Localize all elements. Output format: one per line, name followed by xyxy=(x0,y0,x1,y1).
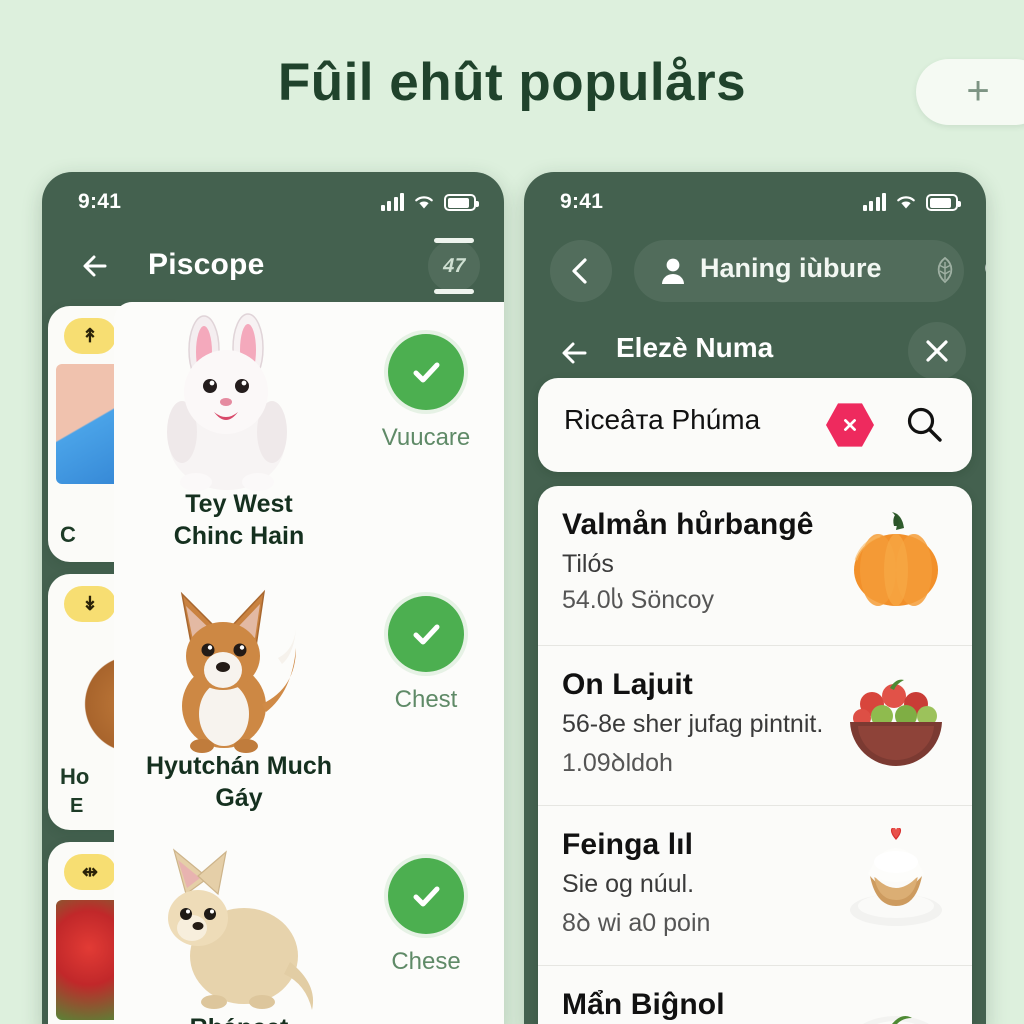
result-row[interactable]: Feinga lıl Sie og núul. 8ꝺ wi a0 poin xyxy=(538,806,972,966)
page-title: Fûil ehût populårs xyxy=(277,53,747,112)
tan-cat-image xyxy=(168,848,314,1010)
card-caption-secondary: E xyxy=(70,795,84,817)
search-query-text: Haning iùbure xyxy=(700,253,882,283)
status-label: Chest xyxy=(394,686,458,713)
berry-bowl-icon xyxy=(850,679,942,766)
result-row[interactable]: On Lajuit 56-8e sher jufag pintnit. 1.09… xyxy=(538,646,972,806)
plus-icon: + xyxy=(966,69,990,113)
app-title: Piscope xyxy=(148,248,265,281)
status-label: Chese xyxy=(391,948,461,975)
cellular-signal-icon xyxy=(862,193,886,211)
left-list-panel: Tey West Chinc Hain Vuucare Hyutchán Muc… xyxy=(114,302,504,1024)
card-caption: C xyxy=(60,522,76,547)
list-item-label: Rhápcet xyxy=(124,1012,354,1024)
list-item-label-line2: Gáy xyxy=(215,784,263,812)
status-badge[interactable]: Vuucare xyxy=(366,334,486,452)
back-arrow-icon[interactable] xyxy=(74,244,118,288)
badge-icon: ↡ xyxy=(64,586,116,622)
white-rabbit-image xyxy=(167,313,287,491)
badge-icon: ↟ xyxy=(64,318,116,354)
right-phone-frame: 9:41 Haning iùbure Elezè Numa Riceâта Ph… xyxy=(524,172,986,1024)
list-item-label-line1: Rhápcet xyxy=(190,1014,289,1024)
left-app-bar: Piscope 47 xyxy=(42,230,504,302)
cellular-signal-icon xyxy=(380,193,404,211)
wifi-icon xyxy=(415,196,433,209)
corgi-dog-image xyxy=(180,589,296,753)
battery-icon xyxy=(444,194,479,211)
add-button[interactable]: + xyxy=(916,59,1024,125)
status-time: 9:41 xyxy=(78,190,122,213)
menu-bar-bottom xyxy=(434,289,474,294)
status-time: 9:41 xyxy=(560,190,604,213)
list-item-label: Hyutchán Much Gáy xyxy=(124,750,354,814)
menu-bar-top xyxy=(434,238,474,243)
salad-plate-icon xyxy=(862,1016,930,1024)
list-item[interactable]: Tey West Chinc Hain Vuucare xyxy=(114,302,504,564)
check-circle-icon xyxy=(388,596,464,672)
cupcake-icon xyxy=(850,828,942,926)
wifi-icon xyxy=(897,196,915,209)
check-circle-icon xyxy=(388,334,464,410)
status-badge[interactable]: Chese xyxy=(366,858,486,976)
status-badge[interactable]: Chest xyxy=(366,596,486,714)
card-caption: Ho xyxy=(60,764,90,789)
left-status-bar: 9:41 xyxy=(42,172,504,230)
right-status-bar: 9:41 xyxy=(524,172,986,230)
chevron-left-icon[interactable] xyxy=(550,240,612,302)
pumpkin-icon xyxy=(854,512,938,606)
left-phone-frame: 9:41 Piscope 47 ↟ C ↡ Ho E ⇹ Tey West Ch… xyxy=(42,172,504,1024)
page-header: Fûil ehût populårs + xyxy=(0,0,1024,160)
back-arrow-icon[interactable] xyxy=(554,332,596,374)
status-label: Vuucare xyxy=(381,424,471,451)
menu-glyph: 47 xyxy=(440,254,468,277)
list-item-label-line2: Chinc Hain xyxy=(173,522,305,550)
text-input-card[interactable]: Riceâта Phúma xyxy=(538,378,972,472)
search-input[interactable]: Haning iùbure xyxy=(634,240,986,302)
search-icon[interactable] xyxy=(904,404,944,444)
result-row[interactable]: Valmån hůrbangê Tilós 54.0ს Söncoy xyxy=(538,486,972,646)
filter-title: Elezè Numa xyxy=(616,332,774,363)
result-row[interactable]: Mẩn Biĝnol 96 ıэцнễцсэ d'law xyxy=(538,966,972,1024)
list-item-label-line1: Hyutchán Much xyxy=(145,752,333,780)
battery-icon xyxy=(926,194,961,211)
menu-icon[interactable]: 47 xyxy=(428,238,480,294)
close-icon[interactable] xyxy=(908,322,966,380)
badge-icon: ⇹ xyxy=(64,854,116,890)
list-item-label-line1: Tey West xyxy=(185,490,293,518)
check-circle-icon xyxy=(388,858,464,934)
leaf-icon xyxy=(937,256,953,284)
results-list: Valmån hůrbangê Tilós 54.0ს Söncoy On La… xyxy=(538,486,972,1024)
text-input-value: Riceâта Phúma xyxy=(564,404,761,435)
list-item[interactable]: Rhápcet Chese xyxy=(114,826,504,1024)
clear-hex-icon[interactable] xyxy=(826,403,874,447)
list-item-label: Tey West Chinc Hain xyxy=(124,488,354,552)
account-icon xyxy=(662,258,684,284)
search-bar-row: Haning iùbure xyxy=(524,230,986,326)
left-phone-body: ↟ C ↡ Ho E ⇹ Hi xyxy=(42,302,504,1024)
search-icon[interactable] xyxy=(982,252,986,290)
list-item[interactable]: Hyutchán Much Gáy Chest xyxy=(114,564,504,826)
